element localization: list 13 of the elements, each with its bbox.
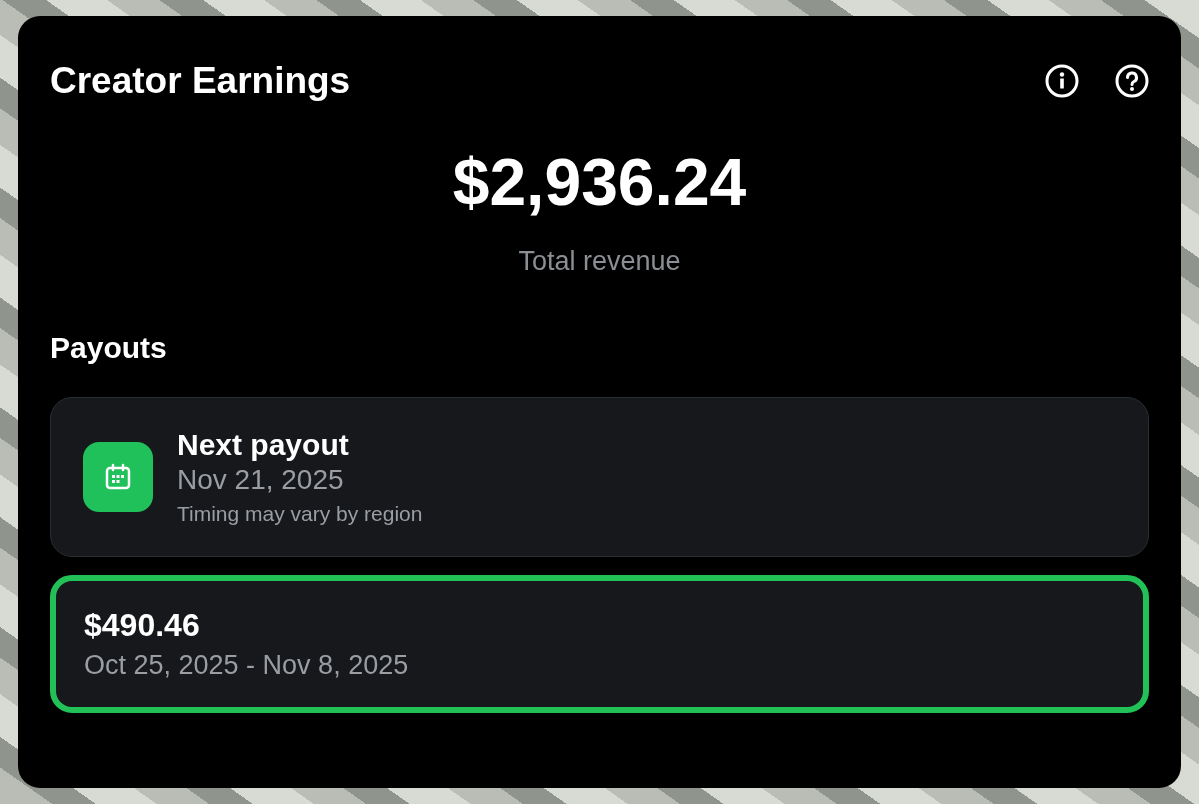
payout-amount: $490.46: [84, 607, 201, 644]
calendar-icon: [83, 442, 153, 512]
page-title: Creator Earnings: [50, 60, 351, 102]
info-icon[interactable]: [1045, 64, 1079, 98]
payout-period: Oct 25, 2025 - Nov 8, 2025: [84, 650, 410, 681]
help-icon[interactable]: [1115, 64, 1149, 98]
next-payout-date: Nov 21, 2025: [177, 464, 345, 496]
section-heading: Payouts: [50, 331, 168, 365]
next-payout-title: Next payout: [177, 428, 350, 462]
payout-row[interactable]: $490.46 Oct 25, 2025 - Nov 8, 2025: [50, 575, 1149, 713]
total-label: Total revenue: [518, 246, 681, 277]
total-amount: $2,936.24: [452, 144, 747, 220]
timing-note: Timing may vary by region: [177, 502, 423, 526]
